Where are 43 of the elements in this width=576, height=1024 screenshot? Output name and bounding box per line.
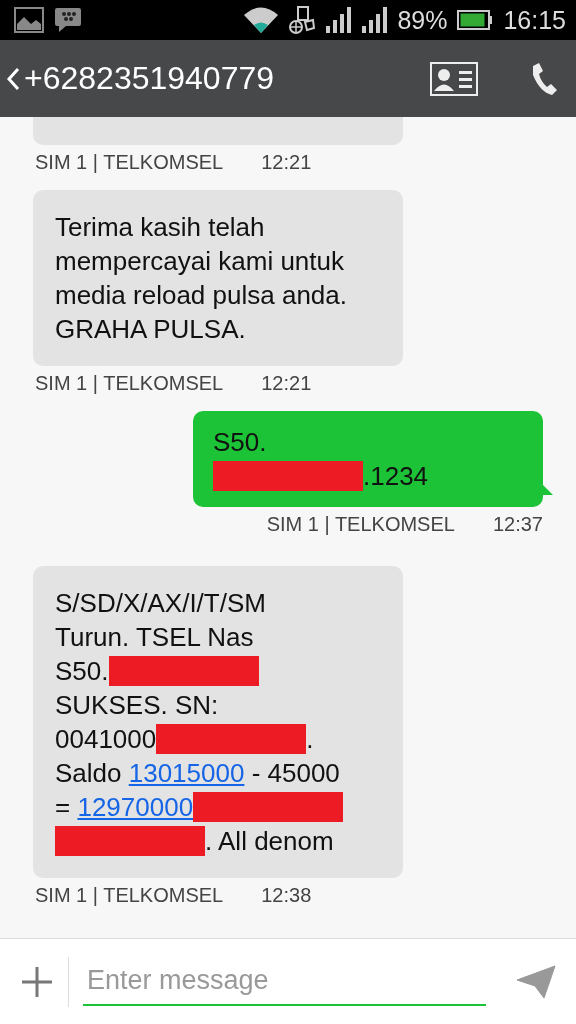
- message-text: SUKSES. SN:: [55, 689, 219, 722]
- message-text: Terima kasih telah: [55, 211, 265, 244]
- phone-icon[interactable]: [530, 61, 558, 96]
- sim-label: SIM 1 | TELKOMSEL: [35, 372, 224, 395]
- message-time: 12:37: [492, 513, 543, 536]
- message-text: S50.: [55, 655, 109, 688]
- sim-label: SIM 1 | TELKOMSEL: [266, 513, 455, 536]
- sim-label: SIM 1 | TELKOMSEL: [35, 884, 224, 907]
- message-text: Saldo: [55, 757, 123, 790]
- battery-percent: 89%: [397, 5, 448, 35]
- message-text: =: [55, 791, 72, 824]
- message-text: . All denom: [205, 825, 334, 858]
- number-link[interactable]: 12970000: [77, 790, 194, 824]
- sim-globe-icon: [289, 6, 316, 34]
- picture-icon: [14, 7, 44, 33]
- signal-icon: [361, 6, 388, 34]
- number-link[interactable]: 13015000: [128, 756, 245, 790]
- message-time: 12:21: [261, 151, 312, 174]
- message-text: S/SD/X/AX/I/T/SM: [55, 587, 266, 620]
- wifi-icon: [243, 6, 280, 34]
- message-text: media reload pulsa anda.: [55, 279, 347, 312]
- plus-icon[interactable]: [20, 964, 54, 999]
- chat-icon: [54, 6, 82, 34]
- back-button[interactable]: +6282351940779: [6, 60, 275, 97]
- message-text: S50.: [213, 426, 267, 459]
- send-icon[interactable]: [516, 964, 556, 999]
- message-text: .1234: [363, 460, 429, 493]
- message-text: Turun. TSEL Nas: [55, 621, 254, 654]
- message-field[interactable]: Enter message: [83, 957, 486, 1006]
- message-time: 12:21: [261, 372, 312, 395]
- battery-icon: [457, 10, 494, 30]
- contact-card-icon[interactable]: [430, 61, 478, 96]
- message-text: 0041000: [55, 723, 157, 756]
- sim-label: SIM 1 | TELKOMSEL: [35, 151, 224, 174]
- message-text: .: [306, 723, 314, 756]
- back-icon: [6, 66, 20, 91]
- message-time: 12:38: [261, 884, 312, 907]
- message-text: GRAHA PULSA.: [55, 313, 246, 346]
- message-text: - 45000: [250, 757, 340, 790]
- message-text: mempercayai kami untuk: [55, 245, 344, 278]
- message-input[interactable]: Enter message: [87, 965, 482, 996]
- clock: 16:15: [503, 5, 566, 35]
- signal-icon: [325, 6, 352, 34]
